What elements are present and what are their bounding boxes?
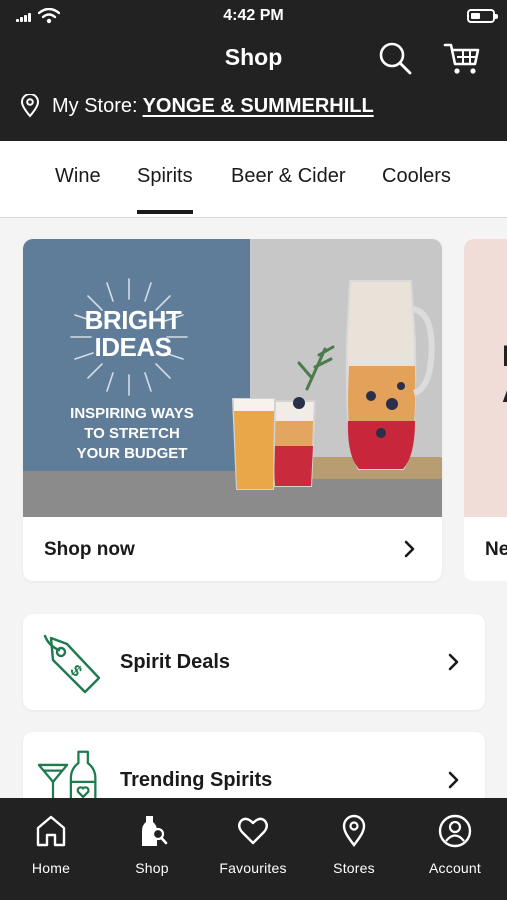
shop-now-button[interactable]: Shop now	[23, 517, 442, 581]
spirit-deals-label: Spirit Deals	[120, 651, 231, 673]
promo-card-next[interactable]: I A Ne	[464, 239, 507, 581]
nav-home[interactable]: Home	[1, 814, 101, 884]
cart-icon[interactable]	[443, 40, 481, 76]
chevron-right-icon	[404, 540, 415, 558]
chevron-right-icon	[448, 653, 459, 671]
nav-favourites[interactable]: Favourites	[203, 814, 303, 884]
bottom-nav: Home Shop Favourites Stores Account	[0, 798, 507, 900]
nav-stores[interactable]: Stores	[304, 814, 404, 884]
category-tabs: Wine Spirits Beer & Cider Coolers	[0, 141, 507, 218]
promo-image-next: I A	[464, 239, 507, 517]
search-icon[interactable]	[377, 40, 413, 76]
promo-card[interactable]: BRIGHT IDEAS INSPIRING WAYS TO STRETCH Y…	[23, 239, 442, 581]
store-name-link[interactable]: YONGE & SUMMERHILL	[143, 95, 374, 118]
heart-icon	[238, 817, 268, 845]
nav-account[interactable]: Account	[405, 814, 505, 884]
tab-wine[interactable]: Wine	[55, 165, 101, 188]
promo-image: BRIGHT IDEAS INSPIRING WAYS TO STRETCH Y…	[23, 239, 442, 517]
promo-headline: BRIGHT IDEAS	[84, 305, 182, 362]
nav-favourites-label: Favourites	[219, 860, 287, 876]
page-title: Shop	[224, 44, 283, 70]
nav-shop[interactable]: Shop	[102, 814, 202, 884]
shop-now-label: Shop now	[44, 539, 135, 560]
pin-icon	[342, 814, 366, 847]
shop-bottle-icon	[142, 816, 168, 846]
chevron-right-icon	[448, 771, 459, 789]
store-label: My Store:	[52, 94, 138, 117]
tab-beer-cider[interactable]: Beer & Cider	[231, 165, 346, 188]
trending-spirits-label: Trending Spirits	[120, 769, 273, 791]
promo-cta-next: Ne	[485, 539, 507, 560]
home-icon	[36, 815, 66, 847]
my-store[interactable]: My Store: YONGE & SUMMERHILL	[20, 93, 374, 119]
drinks-photo	[231, 280, 442, 490]
top-header: 4:42 PM Shop My Store: YONGE & SUMMERHIL…	[0, 0, 507, 141]
promo-subheadline: INSPIRING WAYS TO STRETCH YOUR BUDGET	[70, 405, 194, 462]
nav-home-label: Home	[31, 860, 71, 876]
account-icon	[438, 814, 472, 848]
nav-account-label: Account	[429, 860, 481, 876]
nav-shop-label: Shop	[135, 860, 169, 876]
location-pin-icon	[20, 94, 40, 118]
promo-headline-next: I A	[502, 340, 507, 409]
spirit-deals-row[interactable]: $ Spirit Deals	[23, 614, 485, 710]
nav-stores-label: Stores	[333, 860, 375, 876]
tab-coolers[interactable]: Coolers	[382, 165, 451, 188]
tab-spirits[interactable]: Spirits	[137, 165, 193, 214]
clock: 4:42 PM	[223, 7, 284, 24]
price-tag-icon: $	[43, 634, 101, 694]
battery-icon	[467, 9, 498, 23]
status-bar: 4:42 PM	[0, 0, 507, 32]
